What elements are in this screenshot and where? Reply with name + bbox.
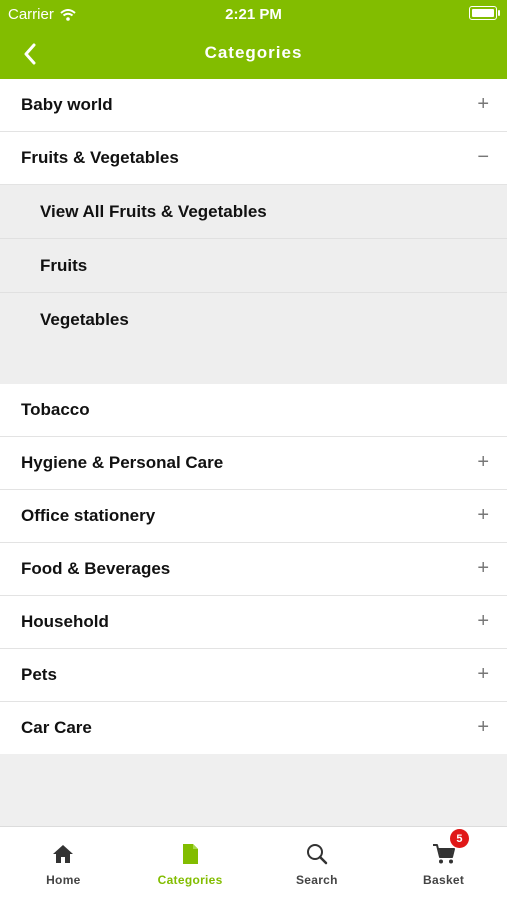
battery-icon <box>469 6 500 20</box>
expand-plus-icon[interactable]: + <box>477 504 489 527</box>
category-item-tobacco[interactable]: Tobacco <box>0 384 507 437</box>
subcategory-label: Vegetables <box>40 309 129 329</box>
subcategory-item-vegetables[interactable]: Vegetables <box>0 293 507 346</box>
subcategory-panel: View All Fruits & Vegetables Fruits Vege… <box>0 185 507 384</box>
category-label: Office stationery <box>21 506 156 525</box>
top-bar: Carrier 2:21 PM Categories <box>0 0 507 79</box>
category-item-hygiene[interactable]: Hygiene & Personal Care + <box>0 437 507 490</box>
bottom-tab-bar: Home Categories Search 5 Basket <box>0 826 507 901</box>
tab-label: Basket <box>423 873 465 887</box>
status-bar: Carrier 2:21 PM <box>0 0 507 28</box>
category-item-car-care[interactable]: Car Care + <box>0 702 507 754</box>
cart-count-badge: 5 <box>449 829 469 848</box>
tab-home[interactable]: Home <box>0 827 127 901</box>
subcategory-label: Fruits <box>40 255 88 275</box>
status-time: 2:21 PM <box>225 6 282 23</box>
subcategory-spacer <box>0 346 507 384</box>
expand-plus-icon[interactable]: + <box>477 610 489 633</box>
category-item-pets[interactable]: Pets + <box>0 649 507 702</box>
subcategory-label: View All Fruits & Vegetables <box>40 201 267 221</box>
category-item-office-stationery[interactable]: Office stationery + <box>0 490 507 543</box>
search-icon <box>304 841 330 867</box>
category-label: Fruits & Vegetables <box>21 148 179 167</box>
tab-basket[interactable]: 5 Basket <box>380 827 507 901</box>
tab-label: Categories <box>157 873 223 887</box>
page-title: Categories <box>204 43 303 62</box>
expand-plus-icon[interactable]: + <box>477 557 489 580</box>
expand-plus-icon[interactable]: + <box>477 663 489 686</box>
category-label: Hygiene & Personal Care <box>21 453 224 472</box>
category-label: Food & Beverages <box>21 559 171 578</box>
categories-icon <box>177 841 203 867</box>
category-label: Baby world <box>21 95 113 114</box>
collapse-minus-icon[interactable]: − <box>477 146 489 169</box>
home-icon <box>50 841 76 867</box>
tab-label: Home <box>46 873 81 887</box>
expand-plus-icon[interactable]: + <box>477 93 489 116</box>
category-item-food-beverages[interactable]: Food & Beverages + <box>0 543 507 596</box>
tab-categories[interactable]: Categories <box>127 827 254 901</box>
category-item-fruits-vegetables[interactable]: Fruits & Vegetables − <box>0 132 507 185</box>
category-label: Household <box>21 612 109 631</box>
subcategory-item-view-all[interactable]: View All Fruits & Vegetables <box>0 185 507 239</box>
subcategory-item-fruits[interactable]: Fruits <box>0 239 507 293</box>
expand-plus-icon[interactable]: + <box>477 451 489 474</box>
category-item-household[interactable]: Household + <box>0 596 507 649</box>
category-label: Tobacco <box>21 400 90 419</box>
category-item-baby-world[interactable]: Baby world + <box>0 79 507 132</box>
category-label: Pets <box>21 665 57 684</box>
category-list: Baby world + Fruits & Vegetables − View … <box>0 79 507 754</box>
navigation-bar: Categories <box>0 28 507 79</box>
category-label: Car Care <box>21 718 92 737</box>
expand-plus-icon[interactable]: + <box>477 716 489 739</box>
tab-label: Search <box>295 873 338 887</box>
tab-search[interactable]: Search <box>254 827 381 901</box>
